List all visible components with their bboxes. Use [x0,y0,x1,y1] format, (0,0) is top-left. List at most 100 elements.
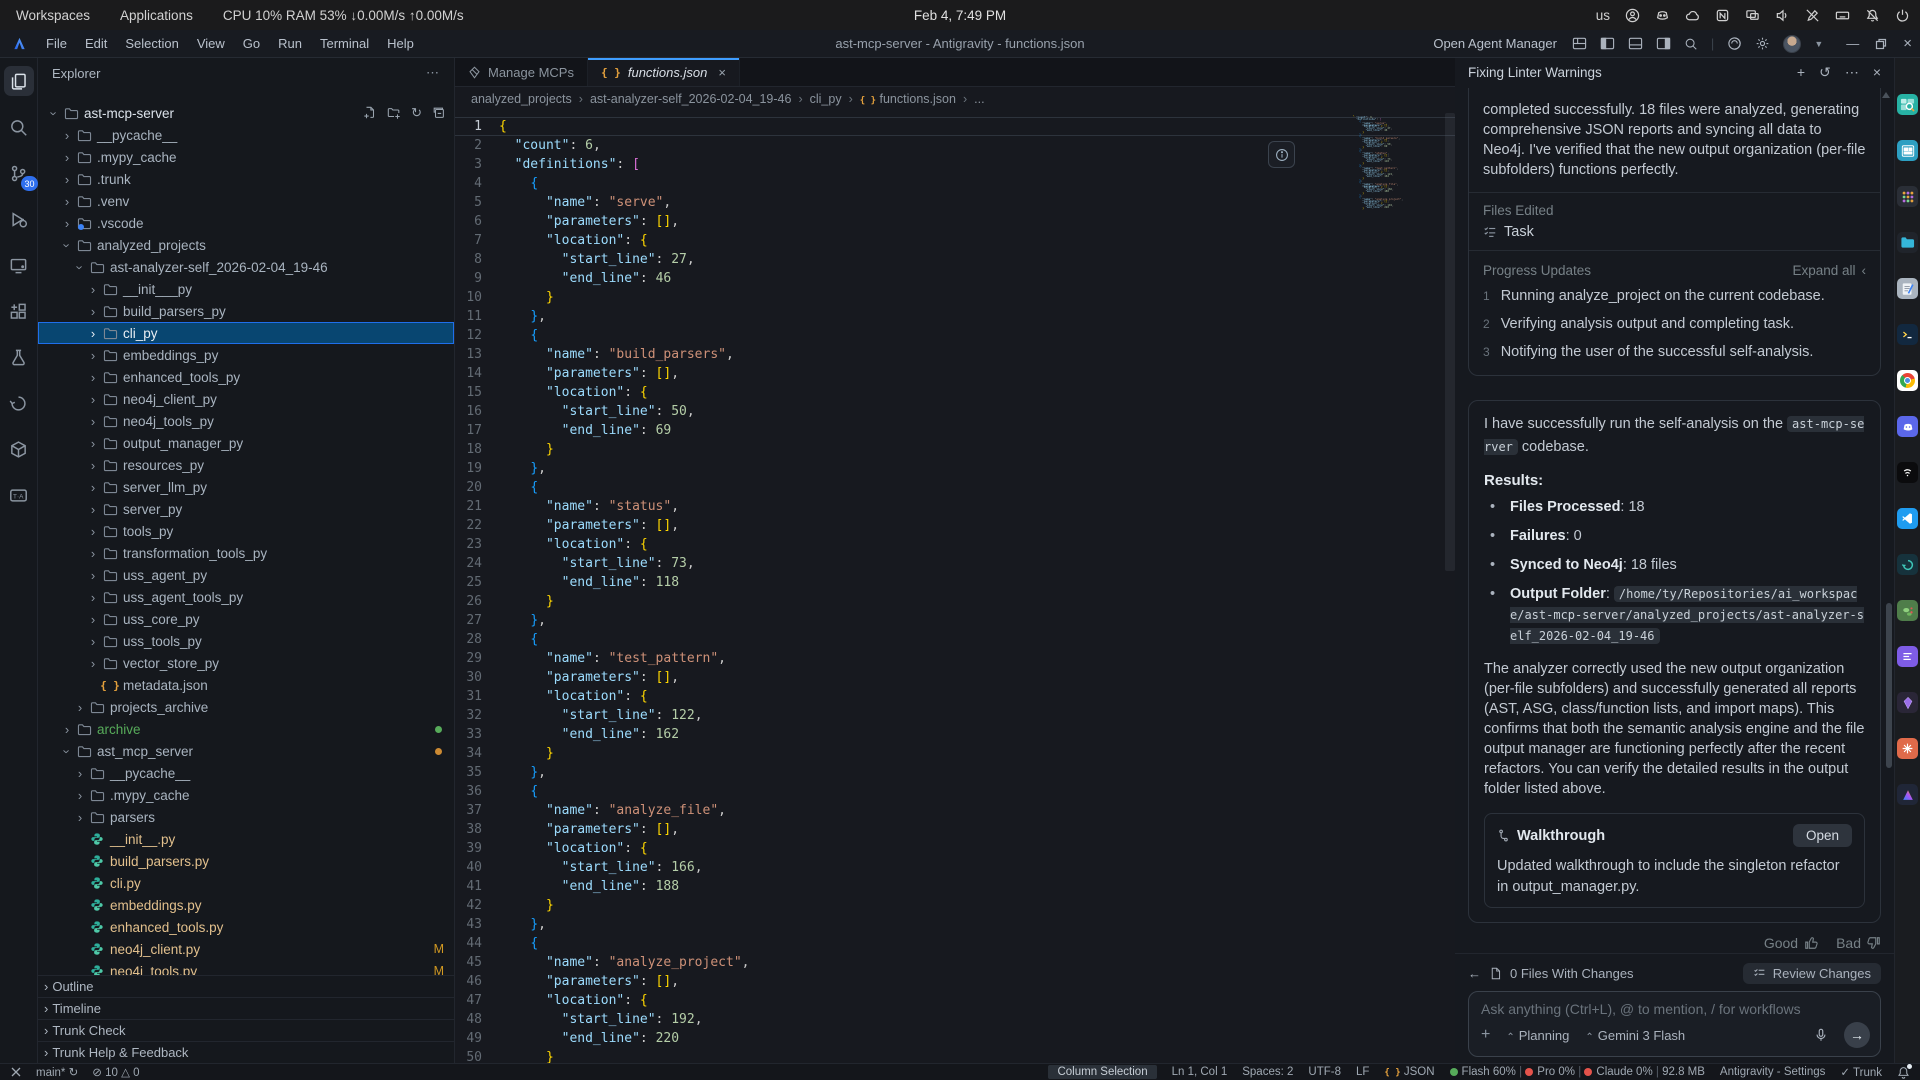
code-line-20[interactable]: 20 { [455,478,1455,497]
progress-step-2[interactable]: 2Verifying analysis output and completin… [1483,315,1866,334]
tree-item-cli-py[interactable]: ›cli_py [38,322,454,344]
code-line-28[interactable]: 28 { [455,630,1455,649]
code-line-39[interactable]: 39 "location": { [455,839,1455,858]
activity-explorer[interactable] [4,66,34,96]
menu-go[interactable]: Go [234,36,269,51]
chevron-icon[interactable]: › [72,788,88,803]
cursor-position[interactable]: Ln 1, Col 1 [1172,1066,1228,1078]
chevron-icon[interactable]: › [72,810,88,825]
settings-gear-icon[interactable] [1755,36,1770,51]
activity-remote-explorer[interactable] [4,250,34,280]
dock-window-layout-icon[interactable] [1897,140,1918,161]
dock-task-app-icon[interactable] [1897,646,1918,667]
tree-item-embeddings-py[interactable]: ›embeddings_py [38,344,454,366]
activity-text-adjust[interactable]: T·A [4,480,34,510]
panel-scroll-up-icon[interactable] [1882,92,1890,98]
breadcrumb-item[interactable]: analyzed_projects [471,92,572,106]
tree-item-neo4j-tools-py[interactable]: ›neo4j_tools_py [38,410,454,432]
feedback-good-button[interactable]: Good [1764,935,1818,951]
chevron-icon[interactable]: › [59,128,75,143]
explorer-more-actions-icon[interactable]: ⋯ [426,65,440,81]
open-agent-manager-button[interactable]: Open Agent Manager [1433,36,1557,51]
code-line-37[interactable]: 37 "name": "analyze_file", [455,801,1455,820]
code-line-9[interactable]: 9 "end_line": 46 [455,269,1455,288]
code-line-48[interactable]: 48 "start_line": 192, [455,1010,1455,1029]
eol[interactable]: LF [1356,1066,1369,1078]
code-line-19[interactable]: 19 }, [455,459,1455,478]
tree-item--init-py[interactable]: __init__.py [38,828,454,850]
files-edited-task[interactable]: Task [1483,224,1866,240]
new-folder-icon[interactable] [387,105,401,121]
dock-graphics-app-icon[interactable] [1897,738,1918,759]
tree-item-neo4j-client-py[interactable]: ›neo4j_client_py [38,388,454,410]
search-icon[interactable] [1684,37,1698,51]
chevron-icon[interactable]: › [85,304,101,319]
tree-item-embeddings-py[interactable]: embeddings.py [38,894,454,916]
chevron-icon[interactable]: › [72,700,88,715]
code-line-8[interactable]: 8 "start_line": 27, [455,250,1455,269]
conversation-history-icon[interactable]: ↺ [1819,64,1831,81]
close-tab-icon[interactable]: × [718,65,726,80]
chevron-icon[interactable]: › [60,237,75,253]
progress-step-3[interactable]: 3Notifying the user of the successful se… [1483,343,1866,362]
dock-terminal-icon[interactable] [1897,324,1918,345]
tree-item--init-py[interactable]: ›__init___py [38,278,454,300]
tree-item-neo4j-client-py[interactable]: neo4j_client.pyM [38,938,454,960]
dock-antigravity-icon[interactable] [1897,784,1918,805]
tree-item-server-py[interactable]: ›server_py [38,498,454,520]
tree-item-uss-agent-tools-py[interactable]: ›uss_agent_tools_py [38,586,454,608]
dock-discord-icon[interactable] [1897,416,1918,437]
tree-item--vscode[interactable]: ›.vscode [38,212,454,234]
chevron-icon[interactable]: › [85,326,101,341]
tree-item-build-parsers-py[interactable]: build_parsers.py [38,850,454,872]
agent-input[interactable]: Ask anything (Ctrl+L), @ to mention, / f… [1468,991,1881,1057]
power-icon[interactable] [1895,8,1910,23]
progress-step-1[interactable]: 1Running analyze_project on the current … [1483,287,1866,306]
code-line-27[interactable]: 27 }, [455,611,1455,630]
code-line-15[interactable]: 15 "location": { [455,383,1455,402]
feedback-bad-button[interactable]: Bad [1836,935,1881,951]
dock-screenshot-tool-icon[interactable] [1897,94,1918,115]
dock-shell-icon[interactable] [1897,554,1918,575]
chevron-icon[interactable]: › [85,458,101,473]
git-branch-indicator[interactable]: main* ↻ [36,1065,78,1079]
chevron-icon[interactable]: › [85,502,101,517]
code-line-4[interactable]: 4 { [455,174,1455,193]
breadcrumb-item[interactable]: cli_py [810,92,842,106]
code-line-44[interactable]: 44 { [455,934,1455,953]
display-icon[interactable] [1745,8,1760,23]
menu-view[interactable]: View [188,36,234,51]
workspaces-menu[interactable]: Workspaces [16,8,90,23]
indentation[interactable]: Spaces: 2 [1242,1066,1293,1078]
activity-testing[interactable] [4,342,34,372]
code-line-24[interactable]: 24 "start_line": 73, [455,554,1455,573]
language-mode[interactable]: { } JSON [1384,1066,1434,1078]
chevron-icon[interactable]: › [73,259,88,275]
dock-nature-app-icon[interactable] [1897,600,1918,621]
chevron-icon[interactable]: › [85,524,101,539]
tree-item-parsers[interactable]: ›parsers [38,806,454,828]
chevron-icon[interactable]: › [85,370,101,385]
chevron-icon[interactable]: › [60,743,75,759]
applications-menu[interactable]: Applications [120,8,193,23]
activity-run-and-debug[interactable] [4,204,34,234]
stylus-off-icon[interactable] [1805,8,1820,23]
encoding[interactable]: UTF-8 [1308,1066,1341,1078]
settings-status[interactable]: Antigravity - Settings [1720,1066,1825,1078]
code-line-38[interactable]: 38 "parameters": [], [455,820,1455,839]
code-line-40[interactable]: 40 "start_line": 166, [455,858,1455,877]
minimize-button[interactable]: — [1846,36,1859,51]
breadcrumb-item[interactable]: ... [974,92,984,106]
code-line-6[interactable]: 6 "parameters": [], [455,212,1455,231]
chevron-icon[interactable]: › [72,766,88,781]
code-line-11[interactable]: 11 }, [455,307,1455,326]
agent-hub-icon[interactable] [1727,36,1742,51]
menu-help[interactable]: Help [378,36,423,51]
tree-item-uss-core-py[interactable]: ›uss_core_py [38,608,454,630]
tree-item-tools-py[interactable]: ›tools_py [38,520,454,542]
tree-item--pycache-[interactable]: ›__pycache__ [38,762,454,784]
code-line-3[interactable]: 3 "definitions": [ [455,155,1455,174]
code-editor[interactable]: ↺ ← → ⋯ 1{2 "count": 6,3 "definitions": … [455,111,1455,1063]
tree-item-analyzed-projects[interactable]: ›analyzed_projects [38,234,454,256]
sidebar-section-trunk-help-feedback[interactable]: ›Trunk Help & Feedback [38,1041,454,1063]
